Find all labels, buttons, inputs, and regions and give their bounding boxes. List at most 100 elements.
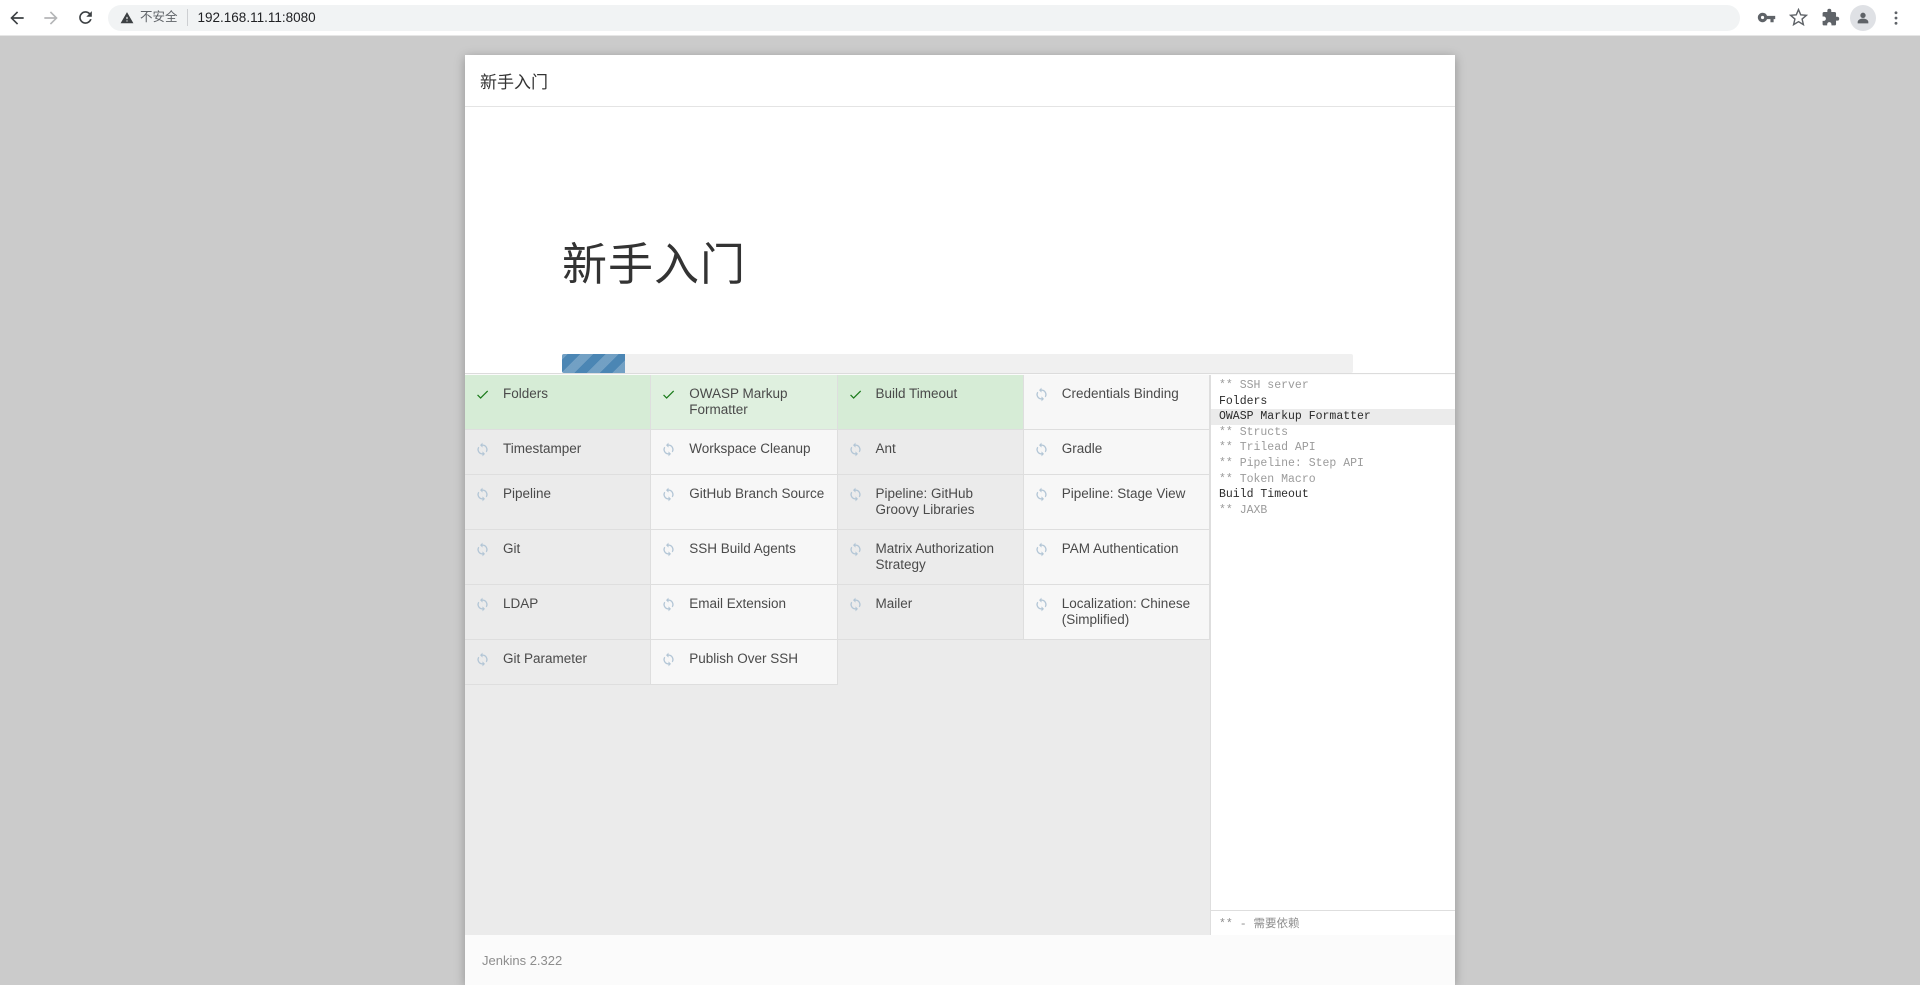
sync-spinner-icon	[848, 442, 863, 457]
plugin-status-pending	[475, 541, 497, 557]
dialog-header: 新手入门	[465, 55, 1455, 107]
plugin-name: Email Extension	[689, 596, 828, 612]
password-manager-button[interactable]	[1750, 2, 1782, 34]
plugin-cell: Email Extension	[651, 585, 837, 640]
plugin-status-pending	[661, 596, 683, 612]
plugin-grid: Folders OWASP Markup Formatter Build Timeo…	[465, 375, 1210, 685]
reload-icon	[76, 8, 95, 27]
check-icon	[848, 387, 863, 402]
sync-spinner-icon	[661, 597, 676, 612]
plugin-name: Mailer	[876, 596, 1015, 612]
plugin-cell: Workspace Cleanup	[651, 430, 837, 475]
plugin-cell: Ant	[838, 430, 1024, 475]
reload-button[interactable]	[68, 1, 102, 35]
sync-spinner-icon	[661, 487, 676, 502]
plugin-cell: Folders	[465, 375, 651, 430]
plugin-status-pending	[661, 651, 683, 667]
plugin-cell: Pipeline: Stage View	[1024, 475, 1210, 530]
plugin-name: Publish Over SSH	[689, 651, 828, 667]
plugin-cell: Localization: Chinese (Simplified)	[1024, 585, 1210, 640]
security-status-chip[interactable]: 不安全	[120, 9, 188, 26]
install-log-line: Folders	[1211, 394, 1455, 410]
jenkins-setup-wizard-dialog: 新手入门 新手入门 FoldersOWASP Markup FormatterB…	[465, 55, 1455, 985]
sync-spinner-icon	[1034, 597, 1049, 612]
install-log-line: ** Token Macro	[1211, 472, 1455, 488]
plugin-name: GitHub Branch Source	[689, 486, 828, 502]
sync-spinner-icon	[661, 652, 676, 667]
plugin-cell: Publish Over SSH	[651, 640, 837, 685]
install-log-list[interactable]: ** SSH serverFoldersOWASP Markup Formatt…	[1211, 375, 1455, 910]
plugin-status-pending	[475, 441, 497, 457]
check-icon	[475, 387, 490, 402]
plugin-name: Gradle	[1062, 441, 1201, 457]
profile-button[interactable]	[1850, 5, 1876, 31]
browser-toolbar: 不安全 192.168.11.11:8080	[0, 0, 1920, 36]
plugin-name: OWASP Markup Formatter	[689, 386, 828, 418]
plugin-status-installed	[661, 386, 683, 402]
sync-spinner-icon	[848, 487, 863, 502]
sync-spinner-icon	[661, 442, 676, 457]
plugin-status-pending	[848, 486, 870, 502]
install-log-line: ** Structs	[1211, 425, 1455, 441]
plugin-status-pending	[848, 441, 870, 457]
plugin-name: SSH Build Agents	[689, 541, 828, 557]
plugin-name: Pipeline	[503, 486, 642, 502]
dialog-hero-section: 新手入门	[465, 107, 1455, 374]
sync-spinner-icon	[848, 597, 863, 612]
sync-spinner-icon	[1034, 387, 1049, 402]
plugin-status-pending	[1034, 441, 1056, 457]
sync-spinner-icon	[661, 542, 676, 557]
check-icon	[661, 387, 676, 402]
install-log-line: OWASP Markup Formatter	[1211, 409, 1455, 425]
plugin-status-pending	[475, 651, 497, 667]
plugin-name: Folders	[503, 386, 642, 402]
browser-menu-button[interactable]	[1880, 2, 1912, 34]
page-title: 新手入门	[562, 242, 746, 287]
plugin-cell: LDAP	[465, 585, 651, 640]
profile-avatar-icon	[1855, 10, 1871, 26]
plugin-status-pending	[1034, 486, 1056, 502]
extensions-button[interactable]	[1814, 2, 1846, 34]
plugin-name: Localization: Chinese (Simplified)	[1062, 596, 1201, 628]
plugin-cell: Build Timeout	[838, 375, 1024, 430]
bookmark-button[interactable]	[1782, 2, 1814, 34]
plugin-name: Ant	[876, 441, 1015, 457]
forward-button[interactable]	[34, 1, 68, 35]
sync-spinner-icon	[1034, 542, 1049, 557]
plugin-cell: OWASP Markup Formatter	[651, 375, 837, 430]
sync-spinner-icon	[1034, 442, 1049, 457]
back-button[interactable]	[0, 1, 34, 35]
plugin-cell: Pipeline	[465, 475, 651, 530]
plugin-name: Pipeline: Stage View	[1062, 486, 1201, 502]
plugin-status-pending	[848, 596, 870, 612]
plugin-name: Git	[503, 541, 642, 557]
plugin-status-installed	[848, 386, 870, 402]
plugin-name: Workspace Cleanup	[689, 441, 828, 457]
three-dot-menu-icon	[1887, 9, 1905, 27]
plugin-cell: Mailer	[838, 585, 1024, 640]
plugin-name: LDAP	[503, 596, 642, 612]
security-status-label: 不安全	[140, 9, 178, 26]
plugin-status-pending	[1034, 386, 1056, 402]
plugin-grid-container: Folders OWASP Markup Formatter Build Timeo…	[465, 375, 1210, 935]
sync-spinner-icon	[475, 652, 490, 667]
plugin-cell: SSH Build Agents	[651, 530, 837, 585]
plugin-name: Build Timeout	[876, 386, 1015, 402]
sync-spinner-icon	[475, 442, 490, 457]
key-icon	[1757, 8, 1776, 27]
plugin-status-pending	[661, 441, 683, 457]
address-bar[interactable]: 不安全 192.168.11.11:8080	[108, 5, 1740, 31]
forward-arrow-icon	[41, 8, 61, 28]
sync-spinner-icon	[848, 542, 863, 557]
log-legend: ** - 需要依赖	[1211, 910, 1455, 935]
install-log-line: ** SSH server	[1211, 378, 1455, 394]
sync-spinner-icon	[475, 542, 490, 557]
plugin-cell: GitHub Branch Source	[651, 475, 837, 530]
plugin-cell: Gradle	[1024, 430, 1210, 475]
warning-triangle-icon	[120, 11, 134, 25]
plugin-cell: Git	[465, 530, 651, 585]
puzzle-piece-icon	[1821, 8, 1840, 27]
toolbar-right-actions	[1750, 2, 1920, 34]
sync-spinner-icon	[475, 487, 490, 502]
dialog-body: FoldersOWASP Markup FormatterBuild Timeo…	[465, 375, 1455, 935]
